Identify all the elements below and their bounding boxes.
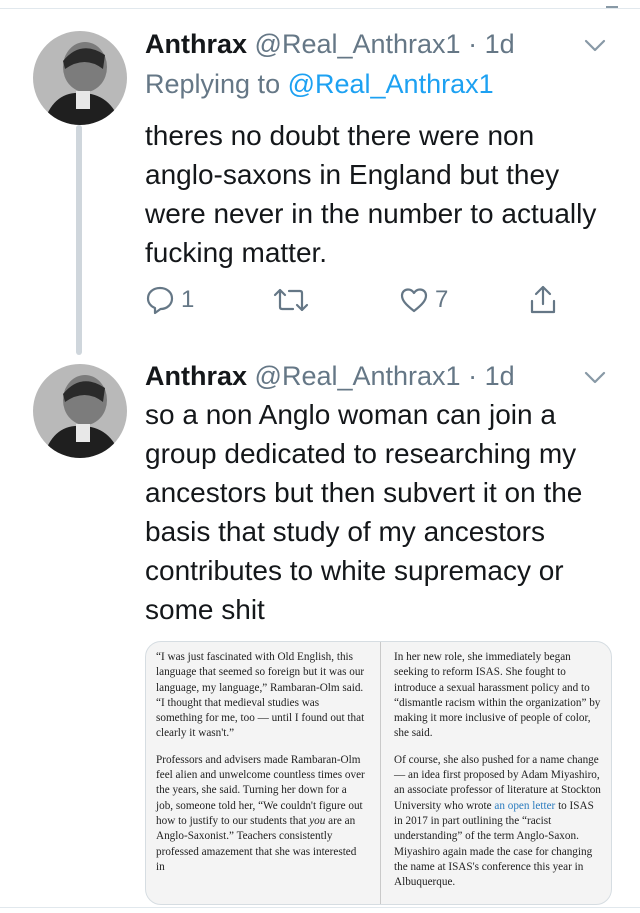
replying-to: Replying to @Real_Anthrax1 — [145, 67, 494, 101]
tweet-header: Anthrax @Real_Anthrax1 · 1d — [145, 27, 515, 61]
timestamp[interactable]: 1d — [485, 29, 515, 59]
article-column-left: “I was just fascinated with Old English,… — [156, 650, 366, 886]
article-paragraph: Professors and advisers made Rambaran-Ol… — [156, 753, 365, 873]
separator-dot: · — [468, 361, 478, 391]
share-icon — [528, 284, 558, 316]
reply-button[interactable]: 1 — [145, 284, 194, 316]
like-count: 7 — [435, 286, 449, 313]
scroll-indicator — [606, 0, 618, 8]
top-divider — [0, 0, 640, 9]
chevron-down-icon[interactable] — [580, 36, 610, 56]
article-paragraph: Of course, she also pushed for a name ch… — [394, 753, 601, 889]
open-letter-link: an open letter — [494, 799, 556, 812]
avatar[interactable] — [33, 364, 127, 458]
share-button[interactable] — [528, 284, 558, 316]
bottom-divider — [0, 907, 640, 908]
tweet-text: theres no doubt there were non anglo-sax… — [145, 120, 597, 268]
tweet-text: so a non Anglo woman can join a group de… — [145, 399, 583, 625]
column-divider — [380, 642, 381, 904]
article-paragraph: In her new role, she immediately began s… — [394, 651, 601, 740]
like-button[interactable]: 7 — [399, 284, 448, 316]
separator-dot: · — [468, 29, 478, 59]
retweet-icon — [273, 285, 309, 315]
display-name[interactable]: Anthrax — [145, 361, 247, 391]
tweet-actions: 1 7 — [145, 284, 575, 316]
article-paragraph: “I was just fascinated with Old English,… — [156, 651, 365, 740]
article-screenshot-image[interactable]: “I was just fascinated with Old English,… — [145, 641, 612, 905]
username[interactable]: @Real_Anthrax1 — [255, 29, 461, 59]
tweet-header: Anthrax @Real_Anthrax1 · 1d — [145, 359, 515, 393]
retweet-button[interactable] — [273, 284, 309, 316]
article-column-right: In her new role, she immediately began s… — [394, 650, 604, 901]
like-icon — [399, 285, 429, 315]
timestamp[interactable]: 1d — [485, 361, 515, 391]
display-name[interactable]: Anthrax — [145, 29, 247, 59]
reply-icon — [145, 285, 175, 315]
reply-count: 1 — [181, 286, 195, 313]
username[interactable]: @Real_Anthrax1 — [255, 361, 461, 391]
reply-mention-link[interactable]: @Real_Anthrax1 — [288, 69, 494, 99]
avatar[interactable] — [33, 31, 127, 125]
thread-connector-line — [76, 125, 82, 355]
chevron-down-icon[interactable] — [580, 368, 610, 388]
replying-to-label: Replying to — [145, 69, 288, 99]
